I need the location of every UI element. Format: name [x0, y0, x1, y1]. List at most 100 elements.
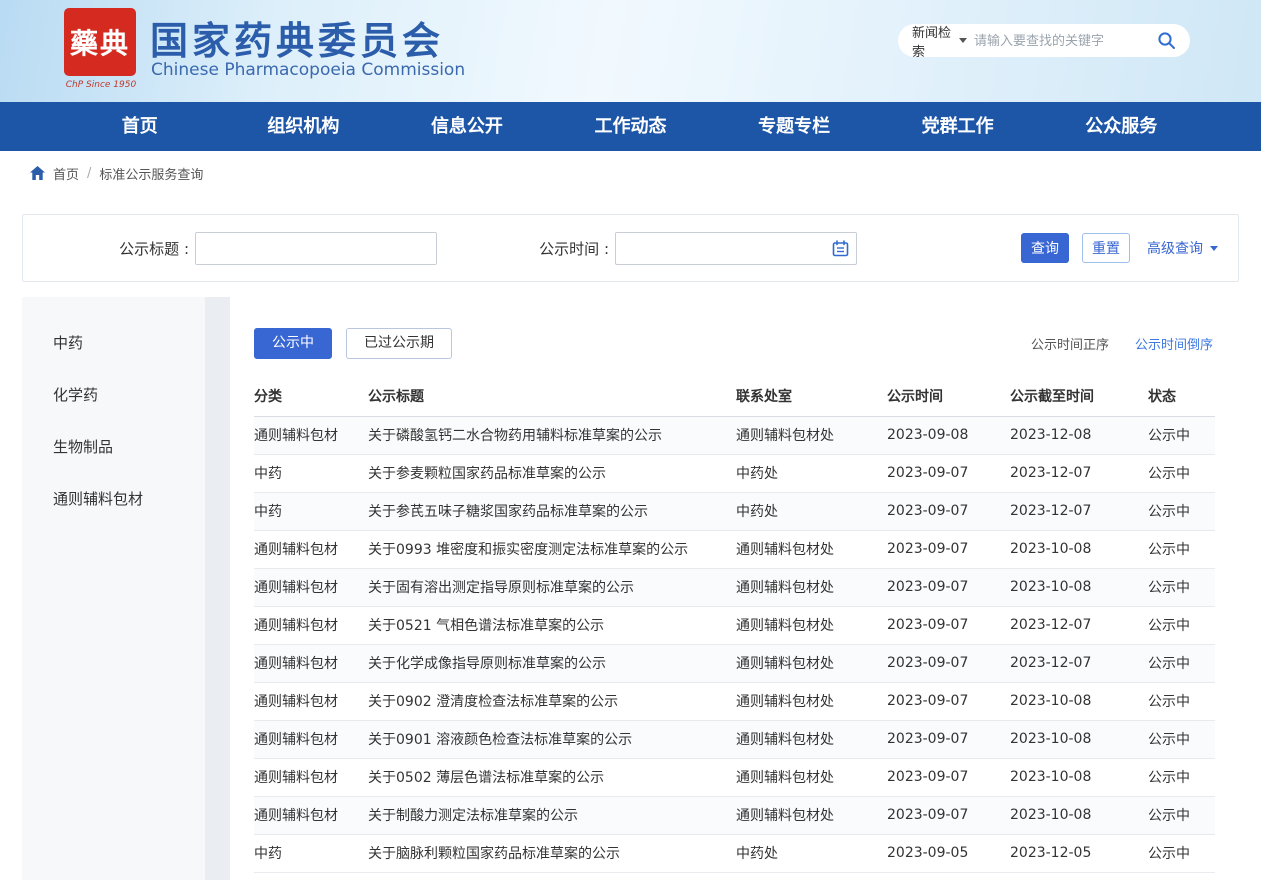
cell-end-date: 2023-10-08: [1010, 568, 1148, 606]
filter-panel: 公示标题 : 公示时间 : 查询 重置 高级查询: [22, 214, 1239, 282]
cell-start-date: 2023-09-07: [887, 492, 1010, 530]
cell-end-date: 2023-10-08: [1010, 530, 1148, 568]
filter-title-input[interactable]: [195, 232, 437, 265]
cell-end-date: 2023-12-08: [1010, 416, 1148, 454]
cell-start-date: 2023-09-08: [887, 416, 1010, 454]
cell-end-date: 2023-10-08: [1010, 796, 1148, 834]
breadcrumb-home[interactable]: 首页: [53, 164, 79, 183]
cell-status[interactable]: 公示中: [1148, 720, 1215, 758]
column-header: 分类: [254, 376, 368, 416]
nav-item[interactable]: 工作动态: [549, 102, 713, 151]
sidebar-item[interactable]: 通则辅料包材: [22, 473, 205, 525]
cell-start-date: 2023-09-07: [887, 758, 1010, 796]
cell-start-date: 2023-09-07: [887, 682, 1010, 720]
cell-category: 通则辅料包材: [254, 682, 368, 720]
cell-end-date: 2023-12-07: [1010, 454, 1148, 492]
cell-status[interactable]: 公示中: [1148, 530, 1215, 568]
advanced-search-button[interactable]: 高级查询: [1147, 238, 1218, 258]
cell-start-date: 2023-09-05: [887, 834, 1010, 872]
calendar-icon[interactable]: [832, 240, 849, 257]
tab-in-progress[interactable]: 公示中: [254, 328, 332, 359]
cell-office: 通则辅料包材处: [736, 720, 887, 758]
nav-item[interactable]: 组织机构: [222, 102, 386, 151]
cell-end-date: 2023-10-08: [1010, 720, 1148, 758]
nav-item[interactable]: 信息公开: [385, 102, 549, 151]
cell-start-date: 2023-09-07: [887, 454, 1010, 492]
home-icon[interactable]: [30, 166, 45, 180]
site-header: 藥典 ChP Since 1950 国家药典委员会 Chinese Pharma…: [0, 0, 1261, 102]
cell-status[interactable]: 公示中: [1148, 834, 1215, 872]
cell-title[interactable]: 关于磷酸氢钙二水合物药用辅料标准草案的公示: [368, 416, 736, 454]
cell-status[interactable]: 公示中: [1148, 796, 1215, 834]
cell-title[interactable]: 关于0521 气相色谱法标准草案的公示: [368, 606, 736, 644]
cell-office: 中药处: [736, 454, 887, 492]
cell-office: 通则辅料包材处: [736, 796, 887, 834]
cell-category: 通则辅料包材: [254, 530, 368, 568]
cell-office: 通则辅料包材处: [736, 530, 887, 568]
site-subtitle: Chinese Pharmacopoeia Commission: [151, 60, 465, 80]
cell-title[interactable]: 关于化学成像指导原则标准草案的公示: [368, 644, 736, 682]
cell-category: 通则辅料包材: [254, 416, 368, 454]
nav-item[interactable]: 首页: [58, 102, 222, 151]
sort-descending-link[interactable]: 公示时间倒序: [1135, 334, 1213, 353]
search-category-select[interactable]: 新闻检索: [912, 22, 967, 60]
page: 藥典 ChP Since 1950 国家药典委员会 Chinese Pharma…: [0, 0, 1261, 880]
filter-time-field: [615, 232, 857, 265]
cell-title[interactable]: 关于固有溶出测定指导原则标准草案的公示: [368, 568, 736, 606]
table-row: 通则辅料包材 关于0901 溶液颜色检查法标准草案的公示 通则辅料包材处 202…: [254, 720, 1215, 758]
category-sidebar: 中药 化学药 生物制品 通则辅料包材: [22, 297, 205, 880]
nav-item[interactable]: 党群工作: [876, 102, 1040, 151]
sidebar-item[interactable]: 化学药: [22, 369, 205, 421]
cell-end-date: 2023-12-07: [1010, 644, 1148, 682]
table-row: 中药 关于参麦颗粒国家药品标准草案的公示 中药处 2023-09-07 2023…: [254, 454, 1215, 492]
main-nav: 首页 组织机构 信息公开 工作动态 专题专栏 党群工作 公众服务: [0, 102, 1261, 151]
column-header: 状态: [1148, 376, 1215, 416]
cell-title[interactable]: 关于制酸力测定法标准草案的公示: [368, 796, 736, 834]
search-input[interactable]: [974, 33, 1150, 48]
table-row: 通则辅料包材 关于0502 薄层色谱法标准草案的公示 通则辅料包材处 2023-…: [254, 758, 1215, 796]
cell-status[interactable]: 公示中: [1148, 644, 1215, 682]
caret-down-icon: [959, 38, 967, 43]
cell-start-date: 2023-09-07: [887, 568, 1010, 606]
nav-item[interactable]: 专题专栏: [712, 102, 876, 151]
cell-office: 通则辅料包材处: [736, 606, 887, 644]
content-area: 中药 化学药 生物制品 通则辅料包材 公示中 已过公示期 公示时间正序 公示时间…: [22, 297, 1239, 880]
cell-status[interactable]: 公示中: [1148, 682, 1215, 720]
advanced-search-label: 高级查询: [1147, 238, 1203, 258]
tab-expired[interactable]: 已过公示期: [346, 328, 452, 359]
breadcrumb-separator: /: [87, 166, 91, 181]
query-button[interactable]: 查询: [1021, 233, 1069, 263]
cell-status[interactable]: 公示中: [1148, 416, 1215, 454]
filter-time-input[interactable]: [615, 232, 857, 265]
cell-status[interactable]: 公示中: [1148, 454, 1215, 492]
cell-category: 通则辅料包材: [254, 568, 368, 606]
cell-title[interactable]: 关于参芪五味子糖浆国家药品标准草案的公示: [368, 492, 736, 530]
table-row: 通则辅料包材 关于化学成像指导原则标准草案的公示 通则辅料包材处 2023-09…: [254, 644, 1215, 682]
tabs-row: 公示中 已过公示期 公示时间正序 公示时间倒序: [254, 297, 1215, 359]
logo-seal: 藥典: [64, 8, 136, 76]
cell-office: 中药处: [736, 834, 887, 872]
cell-status[interactable]: 公示中: [1148, 606, 1215, 644]
cell-status[interactable]: 公示中: [1148, 568, 1215, 606]
site-search: 新闻检索: [898, 24, 1190, 57]
cell-title[interactable]: 关于0502 薄层色谱法标准草案的公示: [368, 758, 736, 796]
cell-status[interactable]: 公示中: [1148, 492, 1215, 530]
cell-title[interactable]: 关于参麦颗粒国家药品标准草案的公示: [368, 454, 736, 492]
cell-title[interactable]: 关于脑脉利颗粒国家药品标准草案的公示: [368, 834, 736, 872]
sidebar-item[interactable]: 中药: [22, 317, 205, 369]
reset-button[interactable]: 重置: [1082, 233, 1130, 263]
cell-title[interactable]: 关于0902 澄清度检查法标准草案的公示: [368, 682, 736, 720]
cell-title[interactable]: 关于0993 堆密度和振实密度测定法标准草案的公示: [368, 530, 736, 568]
table-row: 通则辅料包材 关于0521 气相色谱法标准草案的公示 通则辅料包材处 2023-…: [254, 606, 1215, 644]
sidebar-item[interactable]: 生物制品: [22, 421, 205, 473]
search-category-label: 新闻检索: [912, 22, 953, 60]
nav-item[interactable]: 公众服务: [1039, 102, 1203, 151]
cell-title[interactable]: 关于0901 溶液颜色检查法标准草案的公示: [368, 720, 736, 758]
cell-category: 通则辅料包材: [254, 720, 368, 758]
cell-status[interactable]: 公示中: [1148, 758, 1215, 796]
cell-category: 中药: [254, 454, 368, 492]
table-header: 分类 公示标题 联系处室 公示时间 公示截至时间 状态: [254, 376, 1215, 416]
cell-office: 通则辅料包材处: [736, 644, 887, 682]
search-icon[interactable]: [1157, 31, 1176, 50]
sort-ascending-link[interactable]: 公示时间正序: [1031, 334, 1109, 353]
